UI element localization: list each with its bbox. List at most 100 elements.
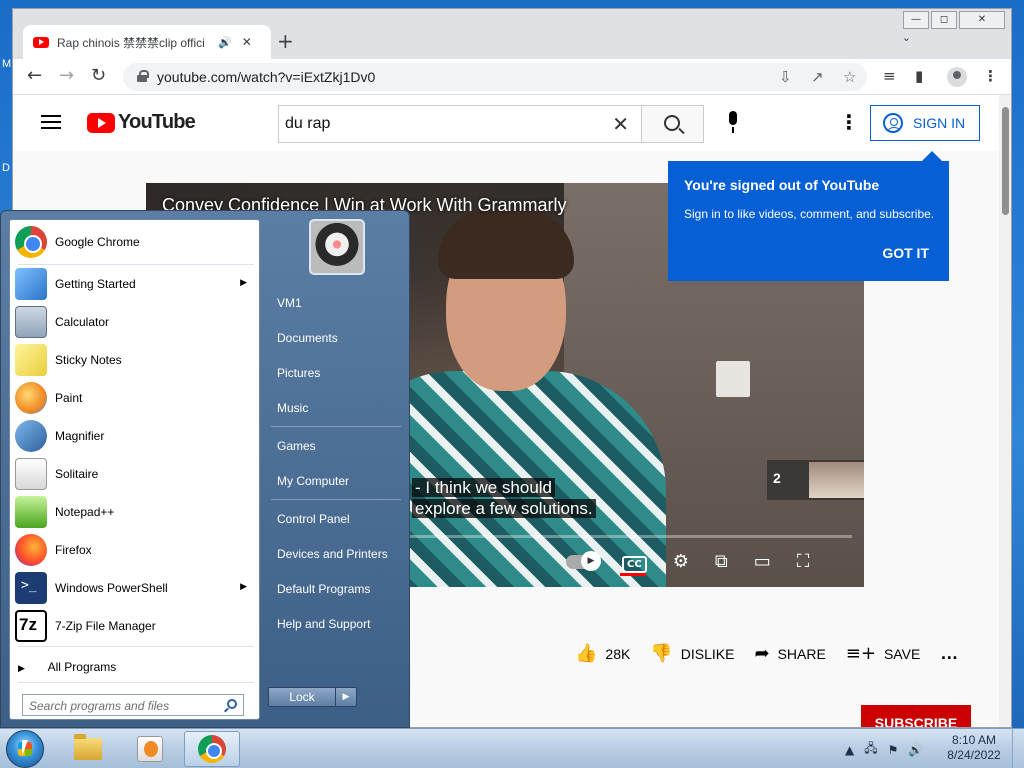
cc-active-indicator [620,573,646,576]
settings-gear-icon[interactable]: ⚙ [673,551,689,572]
program-label: 7-Zip File Manager [55,619,156,633]
hamburger-menu-icon[interactable] [41,115,61,129]
video-wall-device [716,361,750,397]
speaker-icon[interactable]: 🔊 [218,36,232,49]
start-search-input[interactable]: Search programs and files [22,694,244,716]
program-google-chrome[interactable]: Google Chrome [12,224,259,260]
video-caption: - I think we should explore a few soluti… [412,477,596,519]
tab-search-icon[interactable]: ⌄ [902,31,911,44]
save-button[interactable]: ≡+ SAVE [846,643,920,664]
start-link-my-computer[interactable]: My Computer [277,474,349,488]
youtube-logo[interactable]: YouTube [87,111,196,134]
playlist-thumbnail[interactable]: 2 [767,460,864,500]
share-label: SHARE [777,645,826,662]
desktop-icon-label[interactable]: D [2,162,10,174]
show-desktop-button[interactable] [1012,729,1024,768]
taskbar-chrome[interactable] [184,731,240,767]
install-app-icon[interactable]: ⇩ [779,68,792,86]
url-text[interactable]: youtube.com/watch?v=iExtZkj1Dv0 [157,69,375,85]
search-input[interactable]: du rap ✕ [278,105,642,143]
user-picture[interactable] [309,219,365,275]
powershell-icon [15,572,47,604]
start-link-documents[interactable]: Documents [277,331,338,345]
lock-button[interactable]: Lock [268,687,336,707]
volume-icon[interactable]: 🔊 [908,743,923,757]
reload-button[interactable]: ↻ [91,65,106,86]
start-link-help-support[interactable]: Help and Support [277,617,370,631]
program-firefox[interactable]: Firefox [12,532,259,568]
program-windows-powershell[interactable]: Windows PowerShell ▶ [12,570,259,606]
bookmark-star-icon[interactable]: ☆ [843,68,856,86]
captions-button[interactable]: CC [620,551,647,576]
like-button[interactable]: 👍 28K [575,643,630,664]
desktop-icon-label[interactable]: M [2,58,11,70]
start-link-default-programs[interactable]: Default Programs [277,582,370,596]
program-notepad-plus[interactable]: Notepad++ [12,494,259,530]
back-button[interactable]: ← [27,65,42,86]
program-7zip[interactable]: 7-Zip File Manager [12,608,259,644]
miniplayer-icon[interactable]: ⧉ [715,551,728,572]
program-sticky-notes[interactable]: Sticky Notes [12,342,259,378]
subscribe-button[interactable]: SUBSCRIBE [861,705,971,727]
start-link-music[interactable]: Music [277,401,308,415]
start-link-devices-printers[interactable]: Devices and Printers [277,547,388,561]
media-control-icon[interactable]: ≡ [883,67,896,85]
program-magnifier[interactable]: Magnifier [12,418,259,454]
separator [18,264,254,265]
taskbar-explorer[interactable] [60,731,116,767]
chrome-menu-icon[interactable]: ⋮ [983,67,998,85]
taskbar-clock[interactable]: 8:10 AM 8/24/2022 [944,733,1004,763]
profile-avatar-icon[interactable] [947,67,967,87]
program-label: Sticky Notes [55,353,122,367]
search-query[interactable]: du rap [285,115,330,133]
submenu-arrow-icon: ▶ [240,582,247,592]
got-it-button[interactable]: GOT IT [882,245,929,261]
forward-button[interactable]: → [59,65,74,86]
dislike-button[interactable]: 👎 DISLIKE [650,643,734,664]
network-icon[interactable]: 🖧 [864,739,877,760]
clear-search-icon[interactable]: ✕ [612,112,629,136]
all-programs-button[interactable]: ▶ All Programs [18,660,116,674]
taskbar-media-player[interactable] [122,731,178,767]
share-button[interactable]: ➦ SHARE [754,643,825,664]
share-icon[interactable]: ↗ [811,68,824,86]
sign-in-button[interactable]: SIGN IN [870,105,980,141]
fullscreen-icon[interactable]: ⛶ [797,551,810,572]
microphone-icon[interactable] [727,111,739,133]
side-panel-icon[interactable]: ▮ [915,67,923,85]
start-link-games[interactable]: Games [277,439,316,453]
caption-line: explore a few solutions. [412,499,596,518]
playlist-add-icon: ≡+ [845,643,876,664]
program-getting-started[interactable]: Getting Started ▶ [12,266,259,302]
start-link-control-panel[interactable]: Control Panel [277,512,350,526]
minimize-button[interactable]: — [903,11,929,29]
show-hidden-icons-icon[interactable]: ▲ [845,743,854,757]
program-label: Firefox [55,543,92,557]
scrollbar-thumb[interactable] [1002,107,1009,215]
shutdown-options-arrow-icon[interactable]: ▶ [336,687,357,707]
new-tab-button[interactable]: + [277,29,294,53]
tab-youtube[interactable]: Rap chinois 禁禁禁clip offici 🔊 ✕ [23,25,271,59]
program-calculator[interactable]: Calculator [12,304,259,340]
all-programs-label: All Programs [47,660,117,674]
save-label: SAVE [883,645,921,662]
program-solitaire[interactable]: Solitaire [12,456,259,492]
window-controls: — ◻ ✕ [901,11,1005,29]
search-button[interactable] [642,105,704,143]
tab-close-icon[interactable]: ✕ [242,35,252,49]
address-bar[interactable]: youtube.com/watch?v=iExtZkj1Dv0 ⇩ ↗ ☆ [123,63,867,91]
more-actions-button[interactable]: … [940,643,958,664]
start-link-pictures[interactable]: Pictures [277,366,320,380]
theater-mode-icon[interactable]: ▭ [754,551,771,572]
page-scrollbar[interactable] [999,95,1011,727]
lock-icon[interactable] [137,70,149,82]
start-link-user[interactable]: VM1 [277,296,302,310]
restore-button[interactable]: ◻ [931,11,957,29]
close-window-button[interactable]: ✕ [959,11,1005,29]
action-center-flag-icon[interactable]: ⚑ [888,743,899,757]
settings-menu-icon[interactable]: ⋮ [839,110,859,134]
program-paint[interactable]: Paint [12,380,259,416]
autoplay-toggle[interactable] [566,550,601,571]
search-placeholder: Search programs and files [29,699,170,713]
search-icon[interactable] [227,699,237,709]
